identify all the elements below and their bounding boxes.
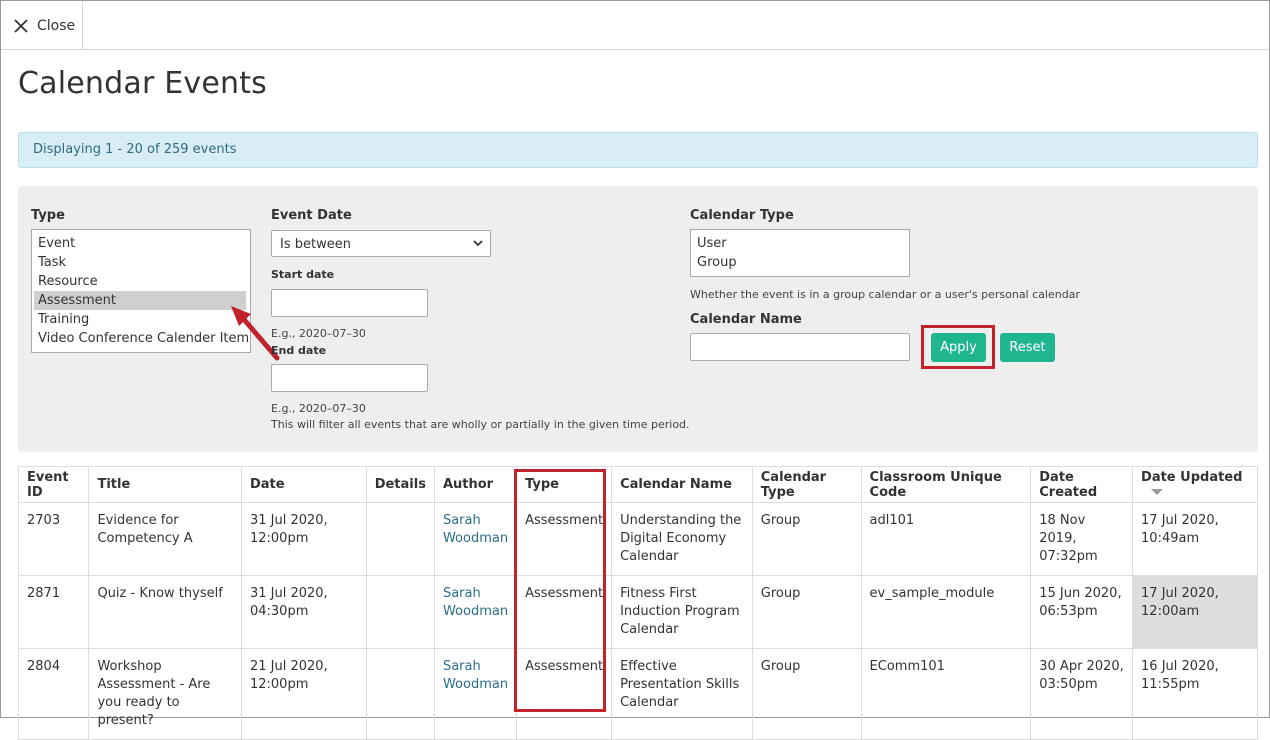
results-info-banner: Displaying 1 - 20 of 259 events bbox=[18, 132, 1258, 168]
type-option-training[interactable]: Training bbox=[32, 310, 250, 329]
cell-classroom-code: adl101 bbox=[860, 502, 1032, 576]
cell-author[interactable]: Sarah Woodman bbox=[433, 575, 518, 649]
type-listbox[interactable]: Event Task Resource Assessment Training … bbox=[31, 229, 251, 353]
start-date-hint: E.g., 2020–07–30 bbox=[271, 327, 366, 340]
apply-button[interactable]: Apply bbox=[931, 333, 986, 362]
event-date-label: Event Date bbox=[271, 208, 352, 223]
cell-event-id: 2804 bbox=[17, 648, 90, 740]
reset-button[interactable]: Reset bbox=[1000, 333, 1055, 362]
cell-event-id: 2871 bbox=[17, 575, 90, 649]
table-row[interactable]: 2871 Quiz - Know thyself 31 Jul 2020, 04… bbox=[17, 575, 1258, 649]
cell-date: 31 Jul 2020, 04:30pm bbox=[240, 575, 367, 649]
cell-calendar-name: Effective Presentation Skills Calendar bbox=[611, 648, 753, 740]
type-option-assessment[interactable]: Assessment bbox=[34, 291, 246, 310]
column-header-date[interactable]: Date bbox=[240, 466, 367, 503]
cell-author[interactable]: Sarah Woodman bbox=[433, 502, 518, 576]
type-option-event[interactable]: Event bbox=[32, 234, 250, 253]
start-date-label: Start date bbox=[271, 268, 335, 281]
calendar-type-label: Calendar Type bbox=[690, 208, 794, 223]
cell-details bbox=[365, 648, 435, 740]
cell-calendar-name: Fitness First Induction Program Calendar bbox=[611, 575, 753, 649]
cell-date: 21 Jul 2020, 12:00pm bbox=[240, 648, 367, 740]
cell-classroom-code: ev_sample_module bbox=[860, 575, 1032, 649]
cell-date-created: 18 Nov 2019, 07:32pm bbox=[1030, 502, 1134, 576]
column-header-date-updated[interactable]: Date Updated bbox=[1132, 466, 1258, 503]
end-date-hint: E.g., 2020–07–30 bbox=[271, 402, 366, 415]
type-filter-label: Type bbox=[31, 208, 65, 223]
cell-date-updated: 17 Jul 2020, 12:00am bbox=[1132, 575, 1258, 649]
sort-descending-icon bbox=[1151, 489, 1164, 495]
event-date-operator-select[interactable]: Is between bbox=[271, 230, 491, 257]
cell-date-updated: 16 Jul 2020, 11:55pm bbox=[1132, 648, 1258, 740]
cell-title[interactable]: Evidence for Competency A bbox=[88, 502, 242, 576]
column-header-calendar-name[interactable]: Calendar Name bbox=[611, 466, 753, 503]
column-header-title[interactable]: Title bbox=[88, 466, 242, 503]
calendar-type-option-group[interactable]: Group bbox=[691, 253, 909, 272]
cell-date: 31 Jul 2020, 12:00pm bbox=[240, 502, 367, 576]
calendar-name-input[interactable] bbox=[690, 333, 910, 361]
cell-date-created: 15 Jun 2020, 06:53pm bbox=[1030, 575, 1134, 649]
column-header-event-id[interactable]: Event ID bbox=[17, 466, 90, 503]
close-label: Close bbox=[37, 17, 76, 34]
filter-panel: Type Event Task Resource Assessment Trai… bbox=[18, 186, 1258, 452]
cell-title[interactable]: Workshop Assessment - Are you ready to p… bbox=[88, 648, 242, 740]
calendar-type-option-user[interactable]: User bbox=[691, 234, 909, 253]
end-date-input[interactable] bbox=[271, 364, 428, 392]
type-column-highlight-box bbox=[514, 469, 606, 712]
column-header-classroom-code[interactable]: Classroom Unique Code bbox=[860, 466, 1032, 503]
table-header-row: Event ID Title Date Details Author Type … bbox=[17, 466, 1258, 503]
close-icon bbox=[14, 18, 28, 33]
end-date-label: End date bbox=[271, 344, 327, 357]
events-table: Event ID Title Date Details Author Type … bbox=[17, 466, 1258, 740]
table-row[interactable]: 2804 Workshop Assessment - Are you ready… bbox=[17, 648, 1258, 740]
cell-details bbox=[365, 502, 435, 576]
type-option-task[interactable]: Task bbox=[32, 253, 250, 272]
calendar-type-hint: Whether the event is in a group calendar… bbox=[690, 288, 1080, 301]
calendar-type-listbox[interactable]: User Group bbox=[690, 229, 910, 277]
cell-title[interactable]: Quiz - Know thyself bbox=[88, 575, 242, 649]
column-header-author[interactable]: Author bbox=[433, 466, 518, 503]
column-header-details[interactable]: Details bbox=[365, 466, 435, 503]
event-date-operator-value: Is between bbox=[280, 237, 351, 252]
cell-classroom-code: EComm101 bbox=[860, 648, 1032, 740]
type-option-resource[interactable]: Resource bbox=[32, 272, 250, 291]
cell-calendar-name: Understanding the Digital Economy Calend… bbox=[611, 502, 753, 576]
cell-details bbox=[365, 575, 435, 649]
cell-date-updated: 17 Jul 2020, 10:49am bbox=[1132, 502, 1258, 576]
date-updated-header-label: Date Updated bbox=[1141, 469, 1243, 485]
event-date-note: This will filter all events that are who… bbox=[271, 418, 690, 431]
top-bar: Close bbox=[1, 1, 1269, 50]
type-option-video-conference[interactable]: Video Conference Calender Item bbox=[32, 329, 250, 348]
start-date-input[interactable] bbox=[271, 289, 428, 317]
page-title: Calendar Events bbox=[18, 66, 268, 101]
cell-calendar-type: Group bbox=[751, 575, 862, 649]
cell-date-created: 30 Apr 2020, 03:50pm bbox=[1030, 648, 1134, 740]
table-row[interactable]: 2703 Evidence for Competency A 31 Jul 20… bbox=[17, 502, 1258, 576]
cell-calendar-type: Group bbox=[751, 502, 862, 576]
chevron-down-icon bbox=[473, 240, 483, 247]
calendar-name-label: Calendar Name bbox=[690, 312, 802, 327]
cell-author[interactable]: Sarah Woodman bbox=[433, 648, 518, 740]
close-button[interactable]: Close bbox=[1, 1, 83, 50]
column-header-calendar-type[interactable]: Calendar Type bbox=[751, 466, 862, 503]
cell-calendar-type: Group bbox=[751, 648, 862, 740]
cell-event-id: 2703 bbox=[17, 502, 90, 576]
column-header-date-created[interactable]: Date Created bbox=[1030, 466, 1134, 503]
